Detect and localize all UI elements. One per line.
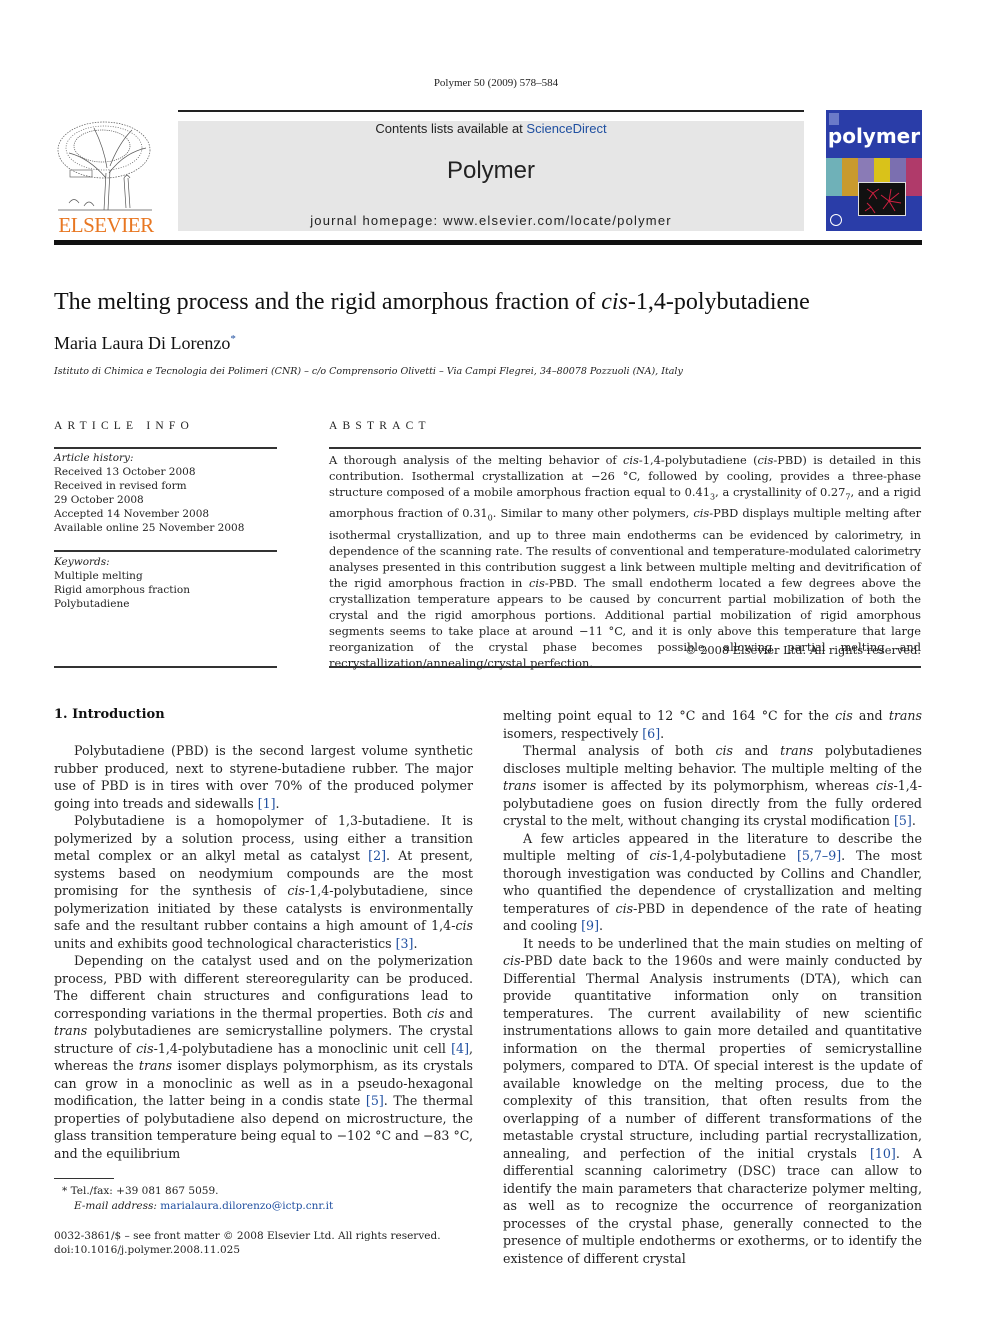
reference-link[interactable]: [5] (894, 813, 912, 828)
email-link[interactable]: marialaura.dilorenzo@ictp.cnr.it (160, 1200, 333, 1212)
article-info-heading: ARTICLE INFO (54, 420, 194, 432)
reference-link[interactable]: [6] (642, 726, 660, 741)
front-matter: 0032-3861/$ – see front matter © 2008 El… (54, 1229, 441, 1257)
history-item: Received in revised form (54, 480, 187, 492)
reference-link[interactable]: [4] (451, 1041, 469, 1056)
journal-banner: Contents lists available at ScienceDirec… (178, 121, 804, 231)
issn-line: 0032-3861/$ – see front matter © 2008 El… (54, 1230, 441, 1242)
abstract-copyright: © 2008 Elsevier Ltd. All rights reserved… (685, 643, 921, 657)
cover-micrograph (858, 182, 906, 216)
elsevier-wordmark: ELSEVIER (58, 213, 154, 237)
reference-link[interactable]: [5] (366, 1093, 384, 1108)
reference-link[interactable]: [9] (581, 918, 599, 933)
author-name: Maria Laura Di Lorenzo (54, 333, 231, 353)
title-italic: cis (601, 289, 628, 315)
history-item: Accepted 14 November 2008 (54, 508, 210, 520)
reference-link[interactable]: [1] (258, 796, 276, 811)
doi-line[interactable]: doi:10.1016/j.polymer.2008.11.025 (54, 1243, 441, 1257)
journal-citation: Polymer 50 (2009) 578–584 (433, 77, 559, 89)
corresponding-author-mark[interactable]: * (230, 333, 236, 345)
contents-prefix: Contents lists available at (375, 121, 527, 136)
history-item: Received 13 October 2008 (54, 466, 196, 478)
author-line: Maria Laura Di Lorenzo* (54, 333, 236, 354)
history-item: Available online 25 November 2008 (54, 522, 245, 534)
keyword-item: Multiple melting (54, 570, 143, 582)
history-item: 29 October 2008 (54, 494, 144, 506)
paragraph: Polybutadiene (PBD) is the second larges… (54, 743, 473, 811)
paragraph: A few articles appeared in the literatur… (503, 830, 922, 934)
divider (329, 666, 921, 668)
history-label: Article history: (54, 452, 134, 464)
cover-badge-icon (830, 214, 842, 226)
keyword-item: Rigid amorphous fraction (54, 584, 190, 596)
header-top-rule (178, 110, 804, 112)
paragraph: Thermal analysis of both cis and trans p… (503, 743, 923, 828)
divider (329, 447, 921, 449)
body-column-right: melting point equal to 12 °C and 164 °C … (503, 707, 922, 1267)
title-text: The melting process and the rigid amorph… (54, 289, 602, 315)
reference-link[interactable]: [10] (870, 1146, 896, 1161)
section-heading-introduction: 1. Introduction (54, 707, 165, 722)
paragraph: Polybutadiene is a homopolymer of 1,3-bu… (54, 813, 473, 951)
email-label: E-mail address: (74, 1200, 161, 1212)
journal-cover-image[interactable]: polymer (826, 110, 922, 231)
divider (54, 550, 277, 552)
reference-link[interactable]: [3] (396, 936, 414, 951)
title-text-end: -1,4-polybutadiene (627, 289, 810, 315)
micrograph-icon (864, 188, 902, 214)
abstract-body: A thorough analysis of the melting behav… (329, 453, 922, 670)
journal-title: Polymer (446, 157, 536, 184)
keyword-item: Polybutadiene (54, 598, 130, 610)
footnote-rule (54, 1178, 114, 1179)
tree-icon (57, 121, 152, 211)
keywords-label: Keywords: (54, 556, 110, 568)
contents-line: Contents lists available at ScienceDirec… (178, 121, 804, 136)
article-history: Article history: Received 13 October 200… (54, 451, 277, 535)
reference-link[interactable]: [2] (368, 848, 386, 863)
paragraph: melting point equal to 12 °C and 164 °C … (503, 708, 922, 741)
divider (54, 447, 277, 449)
footnote-tel: * Tel./fax: +39 081 867 5059. (62, 1185, 219, 1197)
divider (54, 666, 277, 668)
article-title: The melting process and the rigid amorph… (54, 289, 934, 316)
paragraph: Depending on the catalyst used and on th… (54, 953, 474, 1161)
body-column-left: Polybutadiene (PBD) is the second larges… (54, 742, 473, 1162)
footnote: * Tel./fax: +39 081 867 5059. E-mail add… (54, 1184, 333, 1214)
cover-title: polymer (827, 124, 921, 148)
keywords: Keywords: Multiple melting Rigid amorpho… (54, 555, 277, 611)
header-bottom-rule (54, 240, 922, 245)
paragraph: It needs to be underlined that the main … (503, 935, 922, 1266)
abstract-heading: ABSTRACT (329, 420, 431, 432)
affiliation: Istituto di Chimica e Tecnologia dei Pol… (54, 366, 683, 377)
journal-homepage-link[interactable]: journal homepage: www.elsevier.com/locat… (178, 213, 804, 228)
reference-link[interactable]: [5,7–9] (797, 848, 841, 863)
sciencedirect-link[interactable]: ScienceDirect (526, 121, 606, 136)
